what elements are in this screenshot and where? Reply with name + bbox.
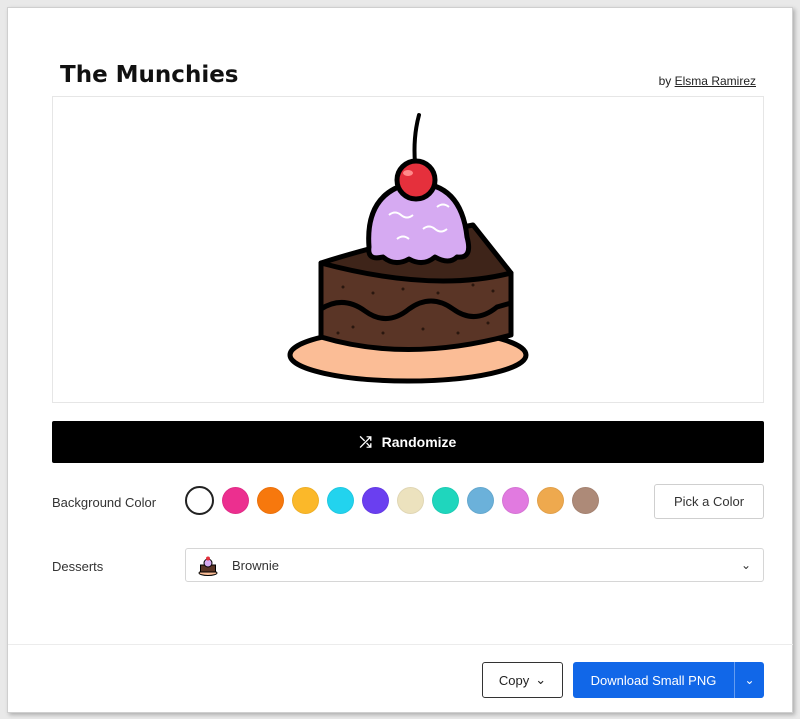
byline: by Elsma Ramirez	[659, 74, 756, 88]
color-swatch[interactable]	[257, 487, 284, 514]
copy-label: Copy	[498, 672, 530, 688]
randomize-label: Randomize	[381, 434, 457, 450]
randomize-button[interactable]: ⤮ Randomize	[52, 421, 764, 463]
cake-thumbnail-icon	[198, 556, 218, 576]
download-options-button[interactable]: ⌄	[734, 662, 764, 698]
dessert-select[interactable]: Brownie ⌄	[185, 548, 764, 582]
color-swatches	[185, 486, 599, 515]
footer-divider	[8, 644, 793, 645]
color-swatch[interactable]	[502, 487, 529, 514]
color-swatch[interactable]	[185, 486, 214, 515]
color-swatch[interactable]	[362, 487, 389, 514]
color-swatch[interactable]	[432, 487, 459, 514]
color-swatch[interactable]	[537, 487, 564, 514]
dessert-select-value: Brownie	[232, 557, 279, 573]
cake-illustration	[287, 113, 529, 384]
byline-prefix: by	[658, 74, 672, 88]
download-button-group: Download Small PNG ⌄	[573, 662, 764, 698]
chevron-down-icon: ⌄	[535, 672, 547, 687]
color-swatch[interactable]	[327, 487, 354, 514]
shuffle-icon: ⤮	[359, 433, 372, 451]
pick-color-button[interactable]: Pick a Color	[654, 484, 764, 519]
color-swatch[interactable]	[222, 487, 249, 514]
chevron-down-icon: ⌄	[744, 673, 755, 687]
color-swatch[interactable]	[397, 487, 424, 514]
color-swatch[interactable]	[572, 487, 599, 514]
color-swatch[interactable]	[292, 487, 319, 514]
desserts-label: Desserts	[52, 559, 104, 574]
chevron-down-icon: ⌄	[740, 558, 751, 572]
page-title: The Munchies	[60, 62, 239, 88]
illustration-preview	[52, 96, 764, 403]
download-button[interactable]: Download Small PNG	[573, 662, 734, 698]
color-swatch[interactable]	[467, 487, 494, 514]
copy-button[interactable]: Copy ⌄	[482, 662, 563, 698]
author-link[interactable]: Elsma Ramirez	[675, 74, 756, 88]
background-color-label: Background Color	[52, 495, 157, 510]
